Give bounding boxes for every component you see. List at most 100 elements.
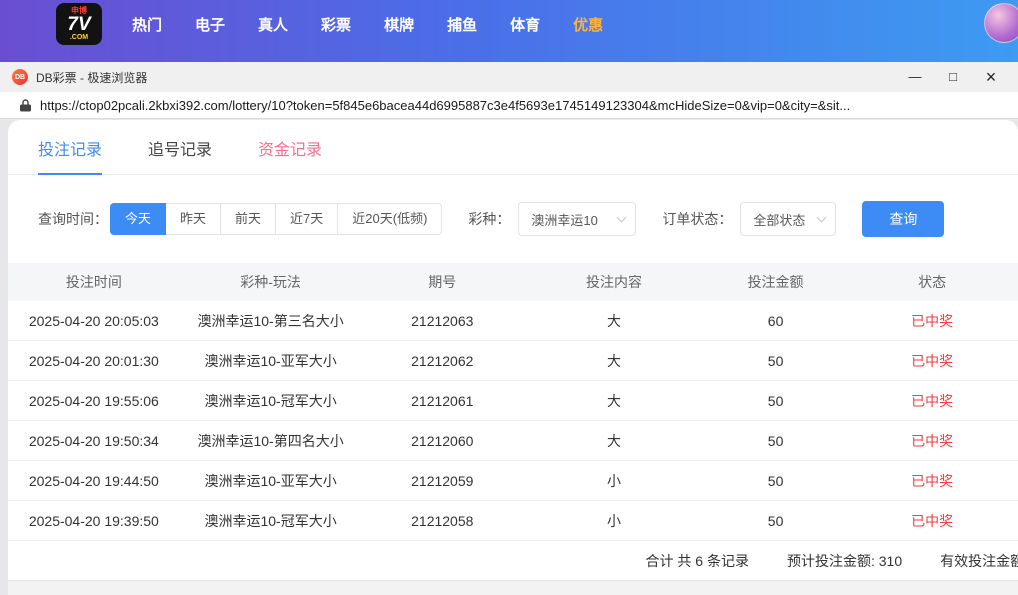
cell-bet-content: 小	[606, 512, 621, 529]
nav-item-live[interactable]: 真人	[258, 14, 288, 35]
time-option-day-before[interactable]: 前天	[220, 203, 277, 235]
table-row: 2025-04-20 19:55:06 澳洲幸运10-冠军大小 21212061…	[8, 381, 1018, 421]
tab-bet-records[interactable]: 投注记录	[38, 136, 103, 175]
chevron-down-icon	[816, 212, 827, 222]
summary-row: 合计 共 6 条记录 预计投注金额: 310 有效投注金额:	[8, 541, 1018, 581]
header-bet-time: 投注时间	[65, 274, 122, 290]
logo-text-suffix: .COM	[69, 34, 89, 41]
cell-game-type: 澳洲幸运10-第四名大小	[197, 432, 344, 449]
lottery-select-value: 澳洲幸运10	[531, 212, 598, 228]
table-row: 2025-04-20 19:39:50 澳洲幸运10-冠军大小 21212058…	[8, 501, 1018, 541]
nav-item-cards[interactable]: 棋牌	[384, 14, 414, 35]
nav-item-promo[interactable]: 优惠	[573, 14, 603, 35]
window-controls: — □ ×	[896, 62, 1010, 92]
cell-status: 已中奖	[911, 352, 954, 369]
cell-bet-amount: 50	[767, 352, 784, 369]
url-text[interactable]: https://ctop02pcali.2kbxi392.com/lottery…	[40, 98, 1018, 113]
cell-bet-time: 2025-04-20 20:01:30	[28, 352, 159, 369]
cell-status: 已中奖	[911, 512, 954, 529]
site-logo[interactable]: 申博 7V .COM	[56, 3, 102, 45]
cell-game-type: 澳洲幸运10-亚军大小	[204, 352, 337, 369]
favicon-text: DB	[14, 73, 26, 81]
nav-item-slots[interactable]: 电子	[195, 14, 225, 35]
cell-bet-amount: 50	[767, 472, 784, 489]
search-button[interactable]: 查询	[862, 201, 945, 237]
order-status-select[interactable]: 全部状态	[740, 202, 837, 236]
header-bet-content: 投注内容	[585, 274, 642, 290]
cell-status: 已中奖	[911, 432, 954, 449]
table-row: 2025-04-20 19:50:34 澳洲幸运10-第四名大小 2121206…	[8, 421, 1018, 461]
nav-item-fishing[interactable]: 捕鱼	[447, 14, 477, 35]
minimize-icon[interactable]: —	[896, 62, 934, 92]
status-select-value: 全部状态	[753, 212, 806, 228]
cell-bet-time: 2025-04-20 19:50:34	[28, 432, 159, 449]
cell-bet-amount: 60	[767, 312, 784, 329]
site-header: 申博 7V .COM 热门 电子 真人 彩票 棋牌 捕鱼 体育 优惠	[0, 0, 1018, 62]
time-option-today[interactable]: 今天	[110, 203, 167, 235]
browser-urlbar[interactable]: https://ctop02pcali.2kbxi392.com/lottery…	[0, 92, 1018, 119]
cell-issue-number: 21212063	[411, 312, 474, 329]
page-footer	[8, 581, 1018, 595]
cell-bet-time: 2025-04-20 20:05:03	[28, 312, 159, 329]
summary-valid-amount-label: 有效投注金额:	[940, 552, 1018, 569]
table-header-row: 投注时间 彩种-玩法 期号 投注内容 投注金额 状态	[8, 263, 1018, 301]
browser-titlebar: DB DB彩票 - 极速浏览器 — □ ×	[0, 62, 1018, 92]
cell-bet-time: 2025-04-20 19:55:06	[28, 392, 159, 409]
cell-issue-number: 21212059	[411, 472, 474, 489]
cell-bet-content: 大	[606, 352, 621, 369]
time-option-yesterday[interactable]: 昨天	[165, 203, 222, 235]
bet-records-table: 投注时间 彩种-玩法 期号 投注内容 投注金额 状态 2025-04-20 20…	[8, 263, 1018, 541]
cell-bet-amount: 50	[767, 512, 784, 529]
nav-item-lottery[interactable]: 彩票	[321, 14, 351, 35]
time-option-20days[interactable]: 近20天(低频)	[337, 203, 443, 235]
cell-bet-time: 2025-04-20 19:44:50	[28, 472, 159, 489]
status-filter-label: 订单状态：	[662, 211, 733, 227]
cell-bet-content: 大	[606, 312, 621, 329]
summary-expected-amount: 预计投注金额: 310	[786, 552, 903, 569]
chevron-down-icon	[616, 212, 627, 222]
cell-bet-amount: 50	[767, 432, 784, 449]
header-bet-amount: 投注金额	[747, 274, 804, 290]
cell-game-type: 澳洲幸运10-第三名大小	[197, 312, 344, 329]
cell-status: 已中奖	[911, 312, 954, 329]
record-tabs: 投注记录 追号记录 资金记录	[8, 120, 1018, 175]
cell-game-type: 澳洲幸运10-冠军大小	[204, 392, 337, 409]
cell-issue-number: 21212061	[411, 392, 474, 409]
table-row: 2025-04-20 20:05:03 澳洲幸运10-第三名大小 2121206…	[8, 301, 1018, 341]
nav-item-hot[interactable]: 热门	[132, 14, 162, 35]
cell-issue-number: 21212062	[411, 352, 474, 369]
filter-bar: 查询时间： 今天 昨天 前天 近7天 近20天(低频) 彩种： 澳洲幸运10 订…	[38, 201, 988, 237]
browser-favicon-icon: DB	[12, 69, 28, 85]
window-title: DB彩票 - 极速浏览器	[36, 70, 148, 85]
logo-text-main: 7V	[67, 14, 91, 35]
close-icon[interactable]: ×	[972, 62, 1010, 92]
time-option-7days[interactable]: 近7天	[275, 203, 339, 235]
cell-status: 已中奖	[911, 392, 954, 409]
lottery-select[interactable]: 澳洲幸运10	[518, 202, 637, 236]
header-status: 状态	[918, 274, 947, 290]
user-avatar[interactable]	[984, 3, 1018, 43]
tab-chase-records[interactable]: 追号记录	[148, 136, 212, 174]
cell-issue-number: 21212058	[411, 512, 474, 529]
cell-game-type: 澳洲幸运10-亚军大小	[204, 472, 337, 489]
summary-total: 合计 共 6 条记录	[645, 552, 749, 569]
maximize-icon[interactable]: □	[934, 62, 972, 92]
table-row: 2025-04-20 19:44:50 澳洲幸运10-亚军大小 21212059…	[8, 461, 1018, 501]
tab-fund-records[interactable]: 资金记录	[258, 136, 322, 174]
cell-issue-number: 21212060	[411, 432, 474, 449]
cell-status: 已中奖	[911, 472, 954, 489]
time-range-group: 今天 昨天 前天 近7天 近20天(低频)	[110, 203, 443, 235]
main-nav: 热门 电子 真人 彩票 棋牌 捕鱼 体育 优惠	[132, 14, 603, 35]
nav-item-sports[interactable]: 体育	[510, 14, 540, 35]
cell-game-type: 澳洲幸运10-冠军大小	[204, 512, 337, 529]
cell-bet-amount: 50	[767, 392, 784, 409]
cell-bet-content: 小	[606, 472, 621, 489]
header-issue-number: 期号	[428, 274, 457, 290]
lock-icon[interactable]	[20, 98, 31, 112]
cell-bet-time: 2025-04-20 19:39:50	[28, 512, 159, 529]
page-background: 投注记录 追号记录 资金记录 查询时间： 今天 昨天 前天 近7天 近20天(低…	[0, 119, 1018, 595]
header-game-type: 彩种-玩法	[240, 274, 301, 290]
table-row: 2025-04-20 20:01:30 澳洲幸运10-亚军大小 21212062…	[8, 341, 1018, 381]
content-card: 投注记录 追号记录 资金记录 查询时间： 今天 昨天 前天 近7天 近20天(低…	[8, 120, 1018, 595]
cell-bet-content: 大	[606, 392, 621, 409]
